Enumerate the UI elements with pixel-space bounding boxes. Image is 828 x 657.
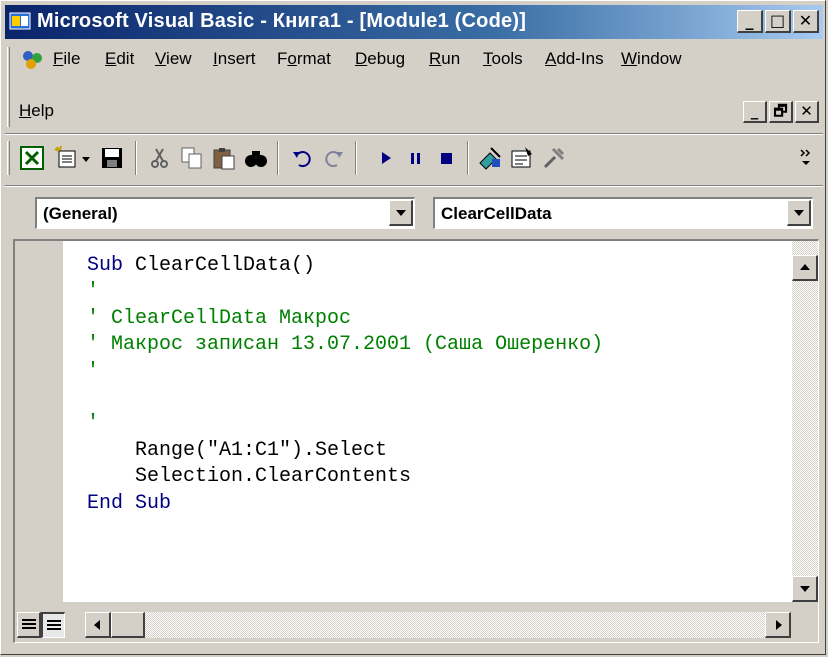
design-mode-icon[interactable] [477,145,503,171]
code-keyword: End Sub [87,491,172,515]
code-line[interactable] [87,385,603,411]
menu-debug[interactable]: Debug [355,49,405,69]
horizontal-scroll-thumb[interactable] [111,612,145,638]
save-icon[interactable] [99,145,125,171]
object-combo-value: (General) [43,204,118,223]
menu-add-ins[interactable]: Add-Ins [545,49,604,69]
code-token: Range("A1:C1").Select [87,438,388,462]
procedure-view-icon [22,619,36,631]
object-combo-dropdown-button[interactable] [389,200,413,226]
vba-app-icon [9,12,31,30]
chevron-down-icon [396,210,406,216]
menu-tools[interactable]: Tools [483,49,523,69]
find-icon[interactable] [243,145,269,171]
toolbar-separator [355,141,357,175]
break-icon[interactable] [403,145,429,171]
code-comment: ' ClearCellData Макрос [87,306,352,330]
reset-icon[interactable] [433,145,459,171]
menubar-grip[interactable] [7,47,10,127]
object-combo[interactable]: (General) [35,197,415,229]
chevron-down-icon [794,210,804,216]
code-comment: ' [87,412,100,436]
size-grip [792,602,818,642]
toolbox-icon[interactable] [541,145,567,171]
vba-project-icon[interactable] [21,49,45,71]
code-comment: ' [87,280,100,304]
arrow-left-icon [94,620,100,630]
excel-icon[interactable] [19,145,45,171]
menu-insert[interactable]: Insert [213,49,256,69]
code-line[interactable]: Selection.ClearContents [87,464,603,490]
menu-format[interactable]: Format [277,49,331,69]
code-editor[interactable]: Sub ClearCellData() ' ' ClearCellData Макр… [13,239,819,643]
code-line[interactable]: ' ClearCellData Макрос [87,306,603,332]
vertical-scrollbar[interactable] [792,241,818,602]
toolbar-options-icon[interactable] [797,145,815,171]
maximize-button[interactable]: □ [765,10,791,33]
bottom-bar [15,602,793,642]
copy-icon[interactable] [179,145,205,171]
paste-icon[interactable] [211,145,237,171]
margin-indicator-bar[interactable] [15,241,63,602]
code-line[interactable]: Range("A1:C1").Select [87,438,603,464]
toolbar-separator-line [5,185,823,187]
full-module-view-icon [47,620,61,632]
close-button[interactable]: ✕ [793,10,819,33]
code-line[interactable]: ' [87,359,603,385]
dropdown-arrow-icon[interactable] [79,145,93,171]
menu-view[interactable]: View [155,49,192,69]
procedure-combo-value: ClearCellData [441,204,552,223]
arrow-up-icon [800,264,810,270]
redo-icon[interactable] [321,145,347,171]
scroll-left-button[interactable] [85,612,111,638]
menu-window[interactable]: Window [621,49,681,69]
mdi-close-button[interactable]: ✕ [795,101,819,123]
undo-icon[interactable] [289,145,315,171]
run-icon[interactable] [373,145,399,171]
menu-edit[interactable]: Edit [105,49,134,69]
toolbar-separator [135,141,137,175]
procedure-combo[interactable]: ClearCellData [433,197,813,229]
minimize-button[interactable]: _ [737,10,763,33]
window-title: Microsoft Visual Basic - Книга1 - [Modul… [37,10,527,32]
menu-run[interactable]: Run [429,49,460,69]
toolbar-separator [467,141,469,175]
code-line[interactable]: ' Макрос записан 13.07.2001 (Саша Ошерен… [87,332,603,358]
insert-module-icon[interactable] [53,145,79,171]
menubar-separator [5,133,823,135]
scroll-up-button[interactable] [792,255,818,281]
vbe-window: Microsoft Visual Basic - Книга1 - [Modul… [0,0,826,655]
horizontal-scrollbar[interactable] [85,612,791,638]
code-comment: ' [87,359,100,383]
menu-bar: File Edit View Insert Format Debug Run T… [5,43,823,131]
arrow-right-icon [776,620,782,630]
title-bar[interactable]: Microsoft Visual Basic - Книга1 - [Modul… [5,5,823,39]
code-token: ClearCellData() [123,254,316,277]
full-module-view-button[interactable] [41,612,65,638]
menu-help[interactable]: Help [19,101,54,121]
code-text[interactable]: Sub ClearCellData() ' ' ClearCellData Макр… [87,253,603,517]
mdi-restore-button[interactable]: 🗗 [769,101,793,123]
mdi-minimize-button[interactable]: _ [743,101,767,123]
code-comment: ' Макрос записан 13.07.2001 (Саша Ошерен… [87,333,604,357]
code-line[interactable]: ' [87,411,603,437]
scroll-right-button[interactable] [765,612,791,638]
procedure-combo-dropdown-button[interactable] [787,200,811,226]
properties-icon[interactable] [509,145,535,171]
code-keyword: Sub [87,254,124,277]
cut-icon[interactable] [147,145,173,171]
toolbar-grip[interactable] [7,141,10,175]
scroll-down-button[interactable] [792,576,818,602]
standard-toolbar [5,137,823,181]
code-token: Selection.ClearContents [87,465,412,489]
code-line[interactable]: Sub ClearCellData() [87,253,603,279]
menu-file[interactable]: File [53,49,80,69]
code-line[interactable]: End Sub [87,491,603,517]
arrow-down-icon [800,586,810,592]
toolbar-separator [277,141,279,175]
procedure-view-button[interactable] [17,612,41,638]
code-line[interactable]: ' [87,279,603,305]
